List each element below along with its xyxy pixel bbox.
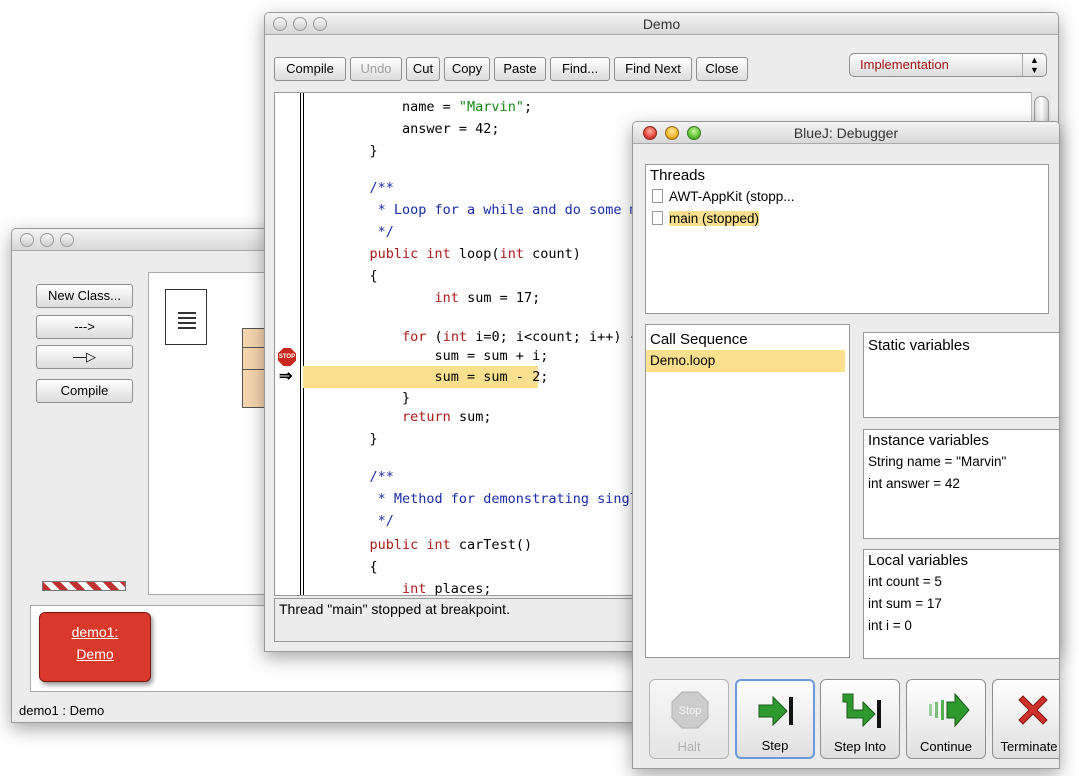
stop-sign-text: Stop	[679, 705, 702, 717]
local-variables-panel: Local variables int count = 5 int sum = …	[863, 549, 1059, 659]
undo-button[interactable]: Undo	[350, 57, 402, 81]
step-into-label: Step Into	[833, 739, 887, 754]
code-line: * Loop for a while and do some math	[337, 202, 663, 218]
local-variables-header: Local variables	[868, 552, 969, 569]
cut-button[interactable]: Cut	[406, 57, 440, 81]
minimize-window-button[interactable]	[40, 233, 54, 247]
gutter-divider	[303, 93, 304, 595]
code-line: sum = sum + i;	[337, 348, 549, 364]
local-variable-item[interactable]: int i = 0	[864, 615, 1059, 637]
instance-variable-item[interactable]: String name = "Marvin"	[864, 451, 1059, 473]
code-line: name = "Marvin";	[337, 99, 533, 115]
find-next-button[interactable]: Find Next	[614, 57, 692, 81]
object-name: demo1:	[71, 624, 119, 640]
code-line: public int carTest()	[369, 537, 533, 553]
code-line: }	[337, 143, 378, 159]
step-label: Step	[761, 738, 789, 753]
step-arrow-icon	[758, 695, 793, 727]
instance-variable-item[interactable]: int answer = 42	[864, 473, 1059, 495]
updown-arrows-icon: ▲ ▼	[1022, 54, 1046, 76]
code-line: }	[337, 431, 378, 447]
breakpoint-label: STOP	[278, 354, 296, 360]
code-line: return sum;	[402, 409, 492, 425]
zoom-window-button[interactable]	[60, 233, 74, 247]
view-selector-value: Implementation	[860, 57, 949, 72]
code-line: {	[337, 268, 378, 284]
call-sequence-header: Call Sequence	[650, 331, 748, 348]
breakpoint-stop-icon[interactable]: STOP	[278, 348, 296, 366]
object-type: Demo	[76, 646, 114, 662]
code-line: sum = sum - 2;	[337, 369, 549, 385]
static-variables-panel: Static variables	[863, 332, 1059, 418]
terminate-button[interactable]: Terminate	[992, 679, 1059, 759]
thread-item[interactable]: main (stopped)	[646, 208, 1048, 230]
project-status: demo1 : Demo	[19, 703, 105, 718]
threads-header: Threads	[650, 167, 706, 184]
find-button[interactable]: Find...	[550, 57, 610, 81]
editor-title: Demo	[642, 16, 681, 32]
gutter-divider	[300, 93, 301, 595]
code-line: int sum = 17;	[434, 290, 541, 306]
call-sequence-item[interactable]: Demo.loop	[646, 350, 845, 372]
project-compile-button[interactable]: Compile	[36, 379, 133, 403]
stop-sign-icon: Stop	[671, 691, 709, 729]
code-line: */	[337, 513, 394, 529]
local-variable-item[interactable]: int sum = 17	[864, 593, 1059, 615]
code-line: public int loop(int count)	[369, 246, 581, 262]
close-button[interactable]: Close	[696, 57, 748, 81]
readme-note-icon[interactable]	[165, 289, 207, 345]
view-selector[interactable]: Implementation ▲ ▼	[849, 53, 1047, 77]
instance-variables-panel: Instance variables String name = "Marvin…	[863, 429, 1059, 539]
thread-item[interactable]: AWT-AppKit (stopp...	[646, 186, 1048, 208]
document-icon	[652, 189, 663, 203]
code-line: /**	[337, 469, 394, 485]
threads-panel: Threads AWT-AppKit (stopp... main (stopp…	[645, 164, 1049, 314]
continue-arrow-icon	[929, 692, 970, 728]
progress-barber-pole	[42, 581, 126, 591]
inheritance-arrow-button[interactable]: —▷	[36, 345, 133, 369]
continue-button[interactable]: Continue	[906, 679, 986, 759]
document-icon	[652, 211, 663, 225]
static-variables-header: Static variables	[868, 337, 970, 354]
execution-arrow-icon: ⇒	[279, 368, 293, 385]
code-line: {	[337, 559, 378, 575]
dependency-arrow-button[interactable]: --->	[36, 315, 133, 339]
halt-label: Halt	[677, 739, 701, 754]
instance-variables-header: Instance variables	[868, 432, 989, 449]
local-variable-item[interactable]: int count = 5	[864, 571, 1059, 593]
debugger-title: BlueJ: Debugger	[793, 125, 899, 141]
call-sequence-panel: Call Sequence Demo.loop	[645, 324, 850, 658]
object-demo1[interactable]: demo1: Demo	[39, 612, 151, 682]
debugger-window: BlueJ: Debugger Threads AWT-AppKit (stop…	[632, 121, 1060, 769]
step-into-button[interactable]: Step Into	[820, 679, 900, 759]
close-window-button[interactable]	[20, 233, 34, 247]
terminate-x-icon	[1018, 695, 1048, 725]
compile-button[interactable]: Compile	[274, 57, 346, 81]
code-line: int places;	[402, 581, 492, 596]
editor-titlebar: Demo	[265, 13, 1058, 35]
halt-button[interactable]: Stop Halt	[649, 679, 729, 759]
step-button[interactable]: Step	[735, 679, 815, 759]
step-into-arrow-icon	[842, 693, 881, 728]
copy-button[interactable]: Copy	[444, 57, 490, 81]
code-line: answer = 42;	[337, 121, 500, 137]
new-class-button[interactable]: New Class...	[36, 284, 133, 308]
debugger-titlebar: BlueJ: Debugger	[633, 122, 1059, 144]
code-line: /**	[337, 180, 394, 196]
paste-button[interactable]: Paste	[494, 57, 546, 81]
continue-label: Continue	[919, 739, 973, 754]
terminate-label: Terminate	[1000, 739, 1058, 754]
code-line: */	[337, 224, 394, 240]
